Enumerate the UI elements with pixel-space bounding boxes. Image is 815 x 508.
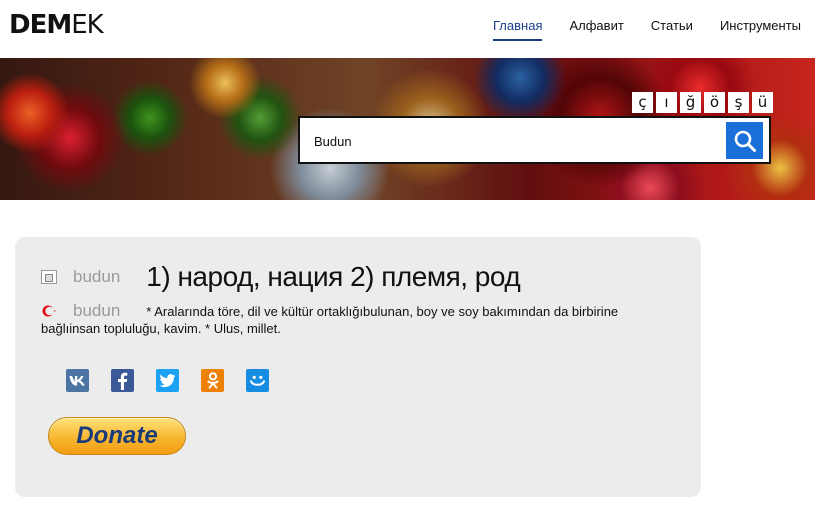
translation-card: budun 1) народ, нация 2) племя, род budu…: [15, 237, 701, 497]
russian-translation-row: budun 1) народ, нация 2) племя, род: [41, 259, 521, 295]
search-box: [298, 116, 771, 164]
share-buttons: [66, 369, 269, 392]
donate-button[interactable]: Donate: [48, 417, 186, 455]
nav-item-tools[interactable]: Инструменты: [720, 18, 801, 41]
site-header: DEMEK Главная Алфавит Статьи Инструменты: [0, 0, 815, 58]
twitter-share-button[interactable]: [156, 369, 179, 392]
main-nav: Главная Алфавит Статьи Инструменты: [466, 18, 801, 41]
moi-mir-share-button[interactable]: [246, 369, 269, 392]
vk-share-button[interactable]: [66, 369, 89, 392]
turkish-flag-icon: [41, 304, 57, 318]
letter-s-cedilla-button[interactable]: ş: [728, 92, 749, 113]
moi-mir-icon: [250, 375, 265, 386]
nav-item-home[interactable]: Главная: [493, 18, 543, 41]
logo-light-text: EK: [71, 10, 104, 40]
letter-c-cedilla-button[interactable]: ç: [632, 92, 653, 113]
nav-item-articles[interactable]: Статьи: [651, 18, 693, 41]
search-icon: [734, 130, 756, 152]
search-input[interactable]: [314, 130, 714, 152]
letter-dotless-i-button[interactable]: ı: [656, 92, 677, 113]
facebook-icon: [118, 372, 128, 390]
letter-g-breve-button[interactable]: ğ: [680, 92, 701, 113]
odnoklassniki-share-button[interactable]: [201, 369, 224, 392]
turkish-definition: * Aralarında töre, dil ve kültür ortaklı…: [41, 304, 619, 336]
twitter-icon: [159, 373, 176, 387]
turkish-word: budun: [73, 301, 121, 320]
donate-label: Donate: [76, 422, 158, 449]
facebook-share-button[interactable]: [111, 369, 134, 392]
logo-bold-text: DEM: [9, 10, 72, 40]
vk-icon: [69, 376, 85, 386]
russian-flag-icon: [41, 270, 57, 284]
source-word: budun: [73, 267, 121, 286]
odnoklassniki-icon: [206, 371, 219, 389]
russian-translation: 1) народ, нация 2) племя, род: [146, 261, 521, 292]
letter-u-umlaut-button[interactable]: ü: [752, 92, 773, 113]
turkish-definition-row: budun * Aralarında töre, dil ve kültür or…: [41, 302, 681, 337]
nav-item-alphabet[interactable]: Алфавит: [569, 18, 623, 41]
letter-o-umlaut-button[interactable]: ö: [704, 92, 725, 113]
special-letters-bar: ç ı ğ ö ş ü: [632, 92, 773, 113]
search-button[interactable]: [726, 122, 763, 159]
site-logo[interactable]: DEMEK: [9, 10, 104, 40]
